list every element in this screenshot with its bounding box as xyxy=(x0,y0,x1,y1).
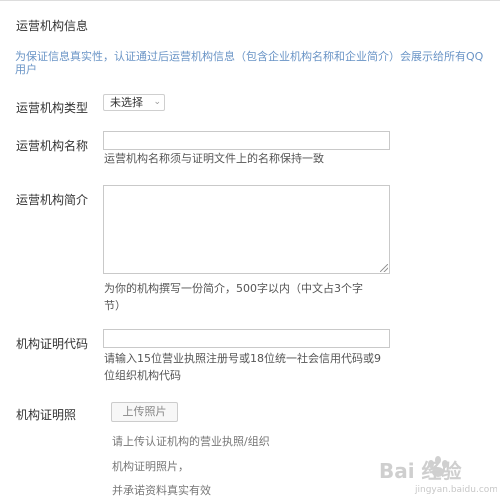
cert-code-label: 机构证明代码 xyxy=(16,337,89,351)
org-intro-label: 运营机构简介 xyxy=(16,193,89,207)
cert-code-input[interactable] xyxy=(103,329,390,348)
org-type-selected-value: 未选择 xyxy=(110,96,143,109)
watermark-url: jingyan.baidu.com xyxy=(414,485,497,495)
org-name-label: 运营机构名称 xyxy=(16,139,89,153)
baidu-jingyan-watermark: Bai 经验 jingyan.baidu.com xyxy=(379,456,497,495)
resize-grip-icon[interactable] xyxy=(380,264,388,272)
org-intro-hint-line2: 节） xyxy=(104,299,126,312)
upload-photo-button[interactable]: 上传照片 xyxy=(111,402,178,422)
cert-photo-hint-line3: 并承诺资料真实有效 xyxy=(112,484,211,497)
cert-code-hint-line2: 位组织机构代码 xyxy=(104,369,181,382)
cert-photo-label: 机构证明照 xyxy=(16,408,77,422)
chevron-down-icon: ⌄ xyxy=(153,97,161,107)
cert-code-hint-line1: 请输入15位营业执照注册号或18位统一社会信用代码或9 xyxy=(104,352,381,365)
section-title: 运营机构信息 xyxy=(16,19,89,33)
cert-photo-hint-line1: 请上传认证机构的营业执照/组织 xyxy=(112,435,270,448)
org-type-label: 运营机构类型 xyxy=(16,101,89,115)
org-intro-textarea[interactable] xyxy=(103,185,390,274)
watermark-logo-text: Bai 经验 xyxy=(379,459,462,483)
top-divider xyxy=(0,0,500,1)
privacy-notice: 为保证信息真实性，认证通过后运营机构信息（包含企业机构名称和企业简介）会展示给所… xyxy=(15,50,484,76)
cert-photo-hint-line2: 机构证明照片， xyxy=(112,460,189,473)
org-name-hint: 运营机构名称须与证明文件上的名称保持一致 xyxy=(104,152,324,165)
org-name-input[interactable] xyxy=(103,131,390,150)
org-type-select[interactable]: 未选择 ⌄ xyxy=(103,94,165,111)
org-intro-hint-line1: 为你的机构撰写一份简介，500字以内（中文占3个字 xyxy=(104,282,363,295)
